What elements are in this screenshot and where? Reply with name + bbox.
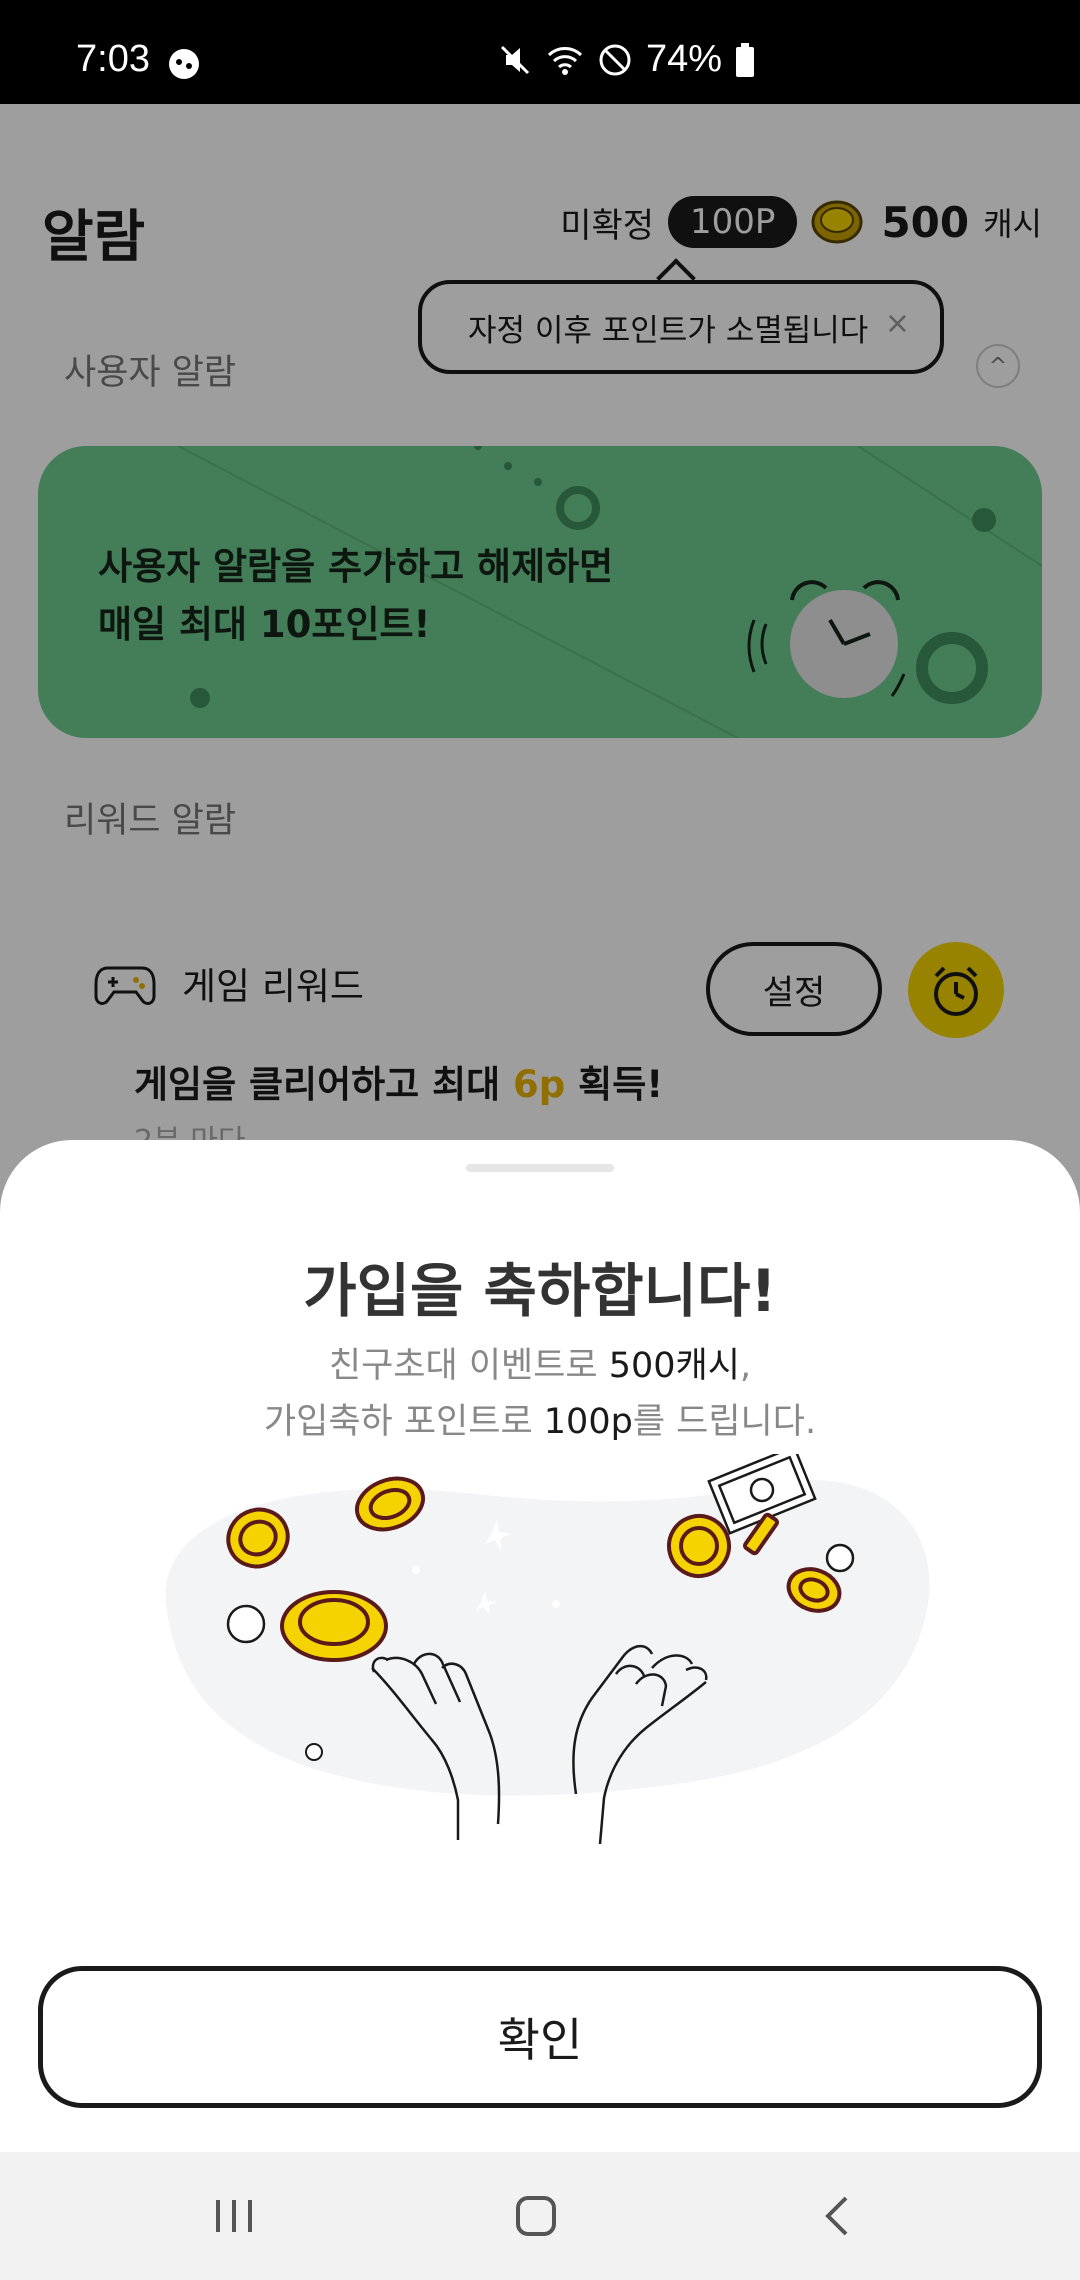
sheet-drag-handle[interactable] <box>466 1164 614 1172</box>
msg-line1-suffix: , <box>739 1346 752 1386</box>
status-indicators: 74% <box>496 38 756 81</box>
system-nav-bar <box>0 2152 1080 2280</box>
recent-apps-icon[interactable] <box>204 2186 264 2246</box>
notification-app-icon <box>169 49 199 79</box>
status-time: 7:03 <box>76 38 150 80</box>
sheet-message-line-1: 친구초대 이벤트로 500캐시, <box>0 1338 1080 1394</box>
coins-hands-illustration <box>165 1454 930 1845</box>
msg-line2-prefix: 가입축하 포인트로 <box>263 1402 544 1442</box>
msg-points-amount: 100p <box>543 1402 633 1442</box>
msg-cash-amount: 500캐시 <box>608 1346 740 1386</box>
sheet-message-line-2: 가입축하 포인트로 100p를 드립니다. <box>0 1394 1080 1450</box>
home-icon[interactable] <box>506 2186 566 2246</box>
back-icon[interactable] <box>808 2186 868 2246</box>
msg-line1-prefix: 친구초대 이벤트로 <box>328 1346 609 1386</box>
confirm-button[interactable]: 확인 <box>38 1966 1042 2108</box>
sheet-title: 가입을 축하합니다! <box>303 1257 777 1325</box>
status-bar: 7:03 74% <box>0 0 1080 104</box>
mute-icon <box>500 45 530 74</box>
msg-line2-suffix: 를 드립니다. <box>632 1402 817 1442</box>
battery-percent: 74% <box>646 38 723 80</box>
sheet-message: 친구초대 이벤트로 500캐시, 가입축하 포인트로 100p를 드립니다. <box>0 1338 1080 1450</box>
battery-icon <box>736 42 755 77</box>
do-not-disturb-icon <box>599 44 631 75</box>
wifi-icon <box>547 46 583 75</box>
signup-congrats-sheet: 가입을 축하합니다! 친구초대 이벤트로 500캐시, 가입축하 포인트로 10… <box>0 1140 1080 2152</box>
